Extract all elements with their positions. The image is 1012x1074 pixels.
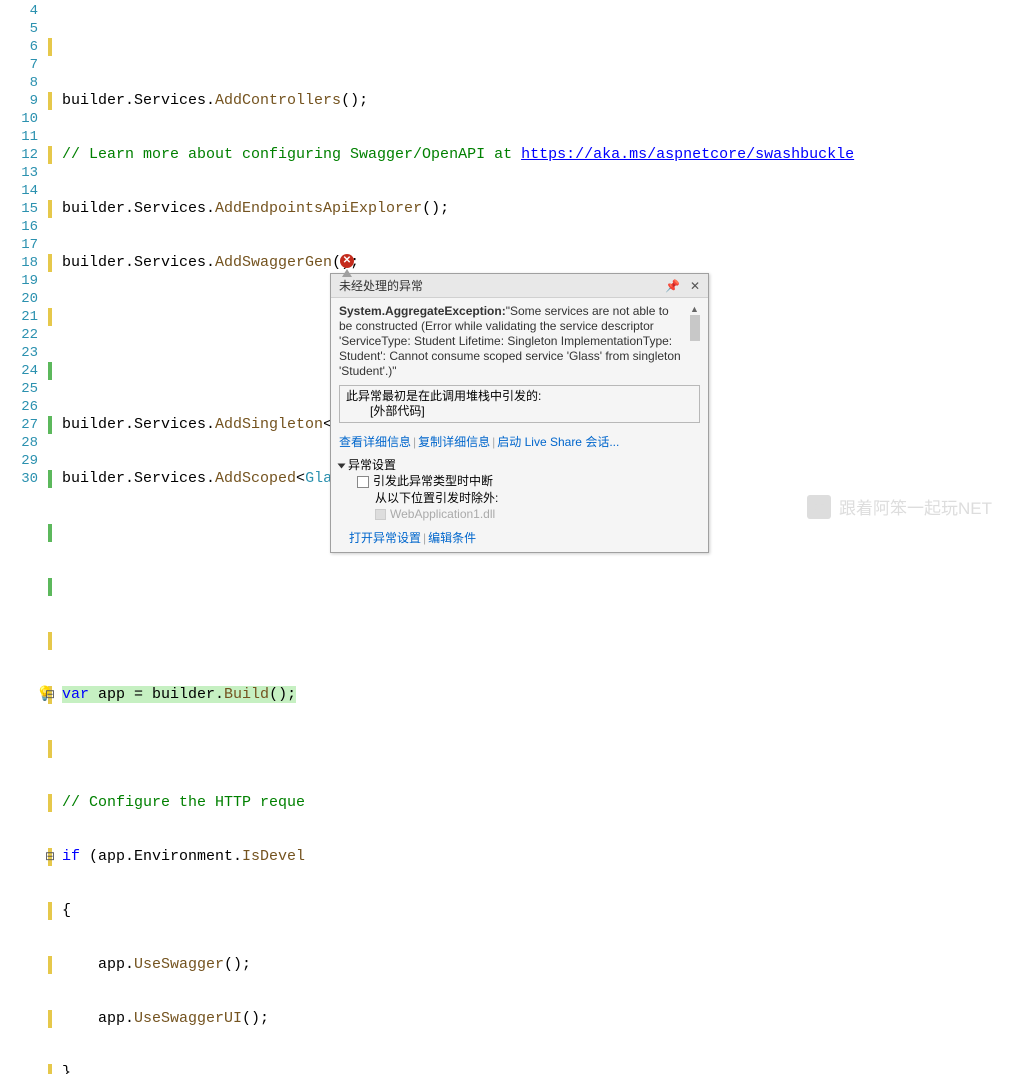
code-line: } — [48, 1064, 1012, 1074]
exception-message: System.AggregateException:"Some services… — [339, 304, 681, 379]
break-on-exception-checkbox[interactable] — [357, 476, 369, 488]
line-number-gutter: 4567891011121314151617181920212223242526… — [0, 0, 48, 537]
code-line: builder.Services.AddEndpointsApiExplorer… — [48, 200, 1012, 218]
liveshare-link[interactable]: 启动 Live Share 会话... — [497, 435, 619, 449]
edit-conditions-link[interactable]: 编辑条件 — [428, 531, 476, 545]
code-line: app.UseSwagger(); — [48, 956, 1012, 974]
code-line: builder.Services.AddSwaggerGen(); — [48, 254, 1012, 272]
swagger-doc-link[interactable]: https://aka.ms/aspnetcore/swashbuckle — [521, 146, 854, 163]
close-icon[interactable]: ✕ — [690, 279, 700, 293]
wechat-icon: ✪ — [807, 495, 831, 519]
dll-name: WebApplication1.dll — [390, 507, 495, 521]
code-line: builder.Services.AddControllers(); — [48, 92, 1012, 110]
dll-icon — [375, 509, 386, 520]
code-line: ⊟if (app.Environment.IsDevel — [48, 848, 1012, 866]
pin-icon[interactable]: 📌 — [665, 279, 680, 293]
outline-collapse-icon[interactable]: ⊟ — [45, 686, 55, 704]
code-line: { — [48, 902, 1012, 920]
break-label: 引发此异常类型时中断 — [373, 473, 493, 490]
exception-settings-header[interactable]: 异常设置 — [339, 456, 700, 473]
code-line: app.UseSwaggerUI(); — [48, 1010, 1012, 1028]
open-exception-settings-link[interactable]: 打开异常设置 — [349, 531, 421, 545]
copy-details-link[interactable]: 复制详细信息 — [418, 435, 490, 449]
exception-popup: 未经处理的异常 📌 ✕ System.AggregateException:"S… — [330, 273, 709, 553]
view-details-link[interactable]: 查看详细信息 — [339, 435, 411, 449]
callstack-box: 此异常最初是在此调用堆栈中引发的: [外部代码] — [339, 385, 700, 423]
outline-collapse-icon[interactable]: ⊟ — [45, 848, 55, 866]
popup-title: 未经处理的异常 — [339, 277, 423, 294]
code-line: // Configure the HTTP reque — [48, 794, 1012, 812]
except-from-label: 从以下位置引发时除外: — [375, 490, 498, 507]
current-exec-line: 💡⊟var app = builder.Build(); — [48, 686, 1012, 704]
popup-scrollbar[interactable]: ▲ — [689, 304, 700, 379]
watermark: ✪ 跟着阿笨一起玩NET — [807, 494, 992, 519]
error-icon: ✕ — [340, 254, 354, 268]
code-line: // Learn more about configuring Swagger/… — [48, 146, 1012, 164]
